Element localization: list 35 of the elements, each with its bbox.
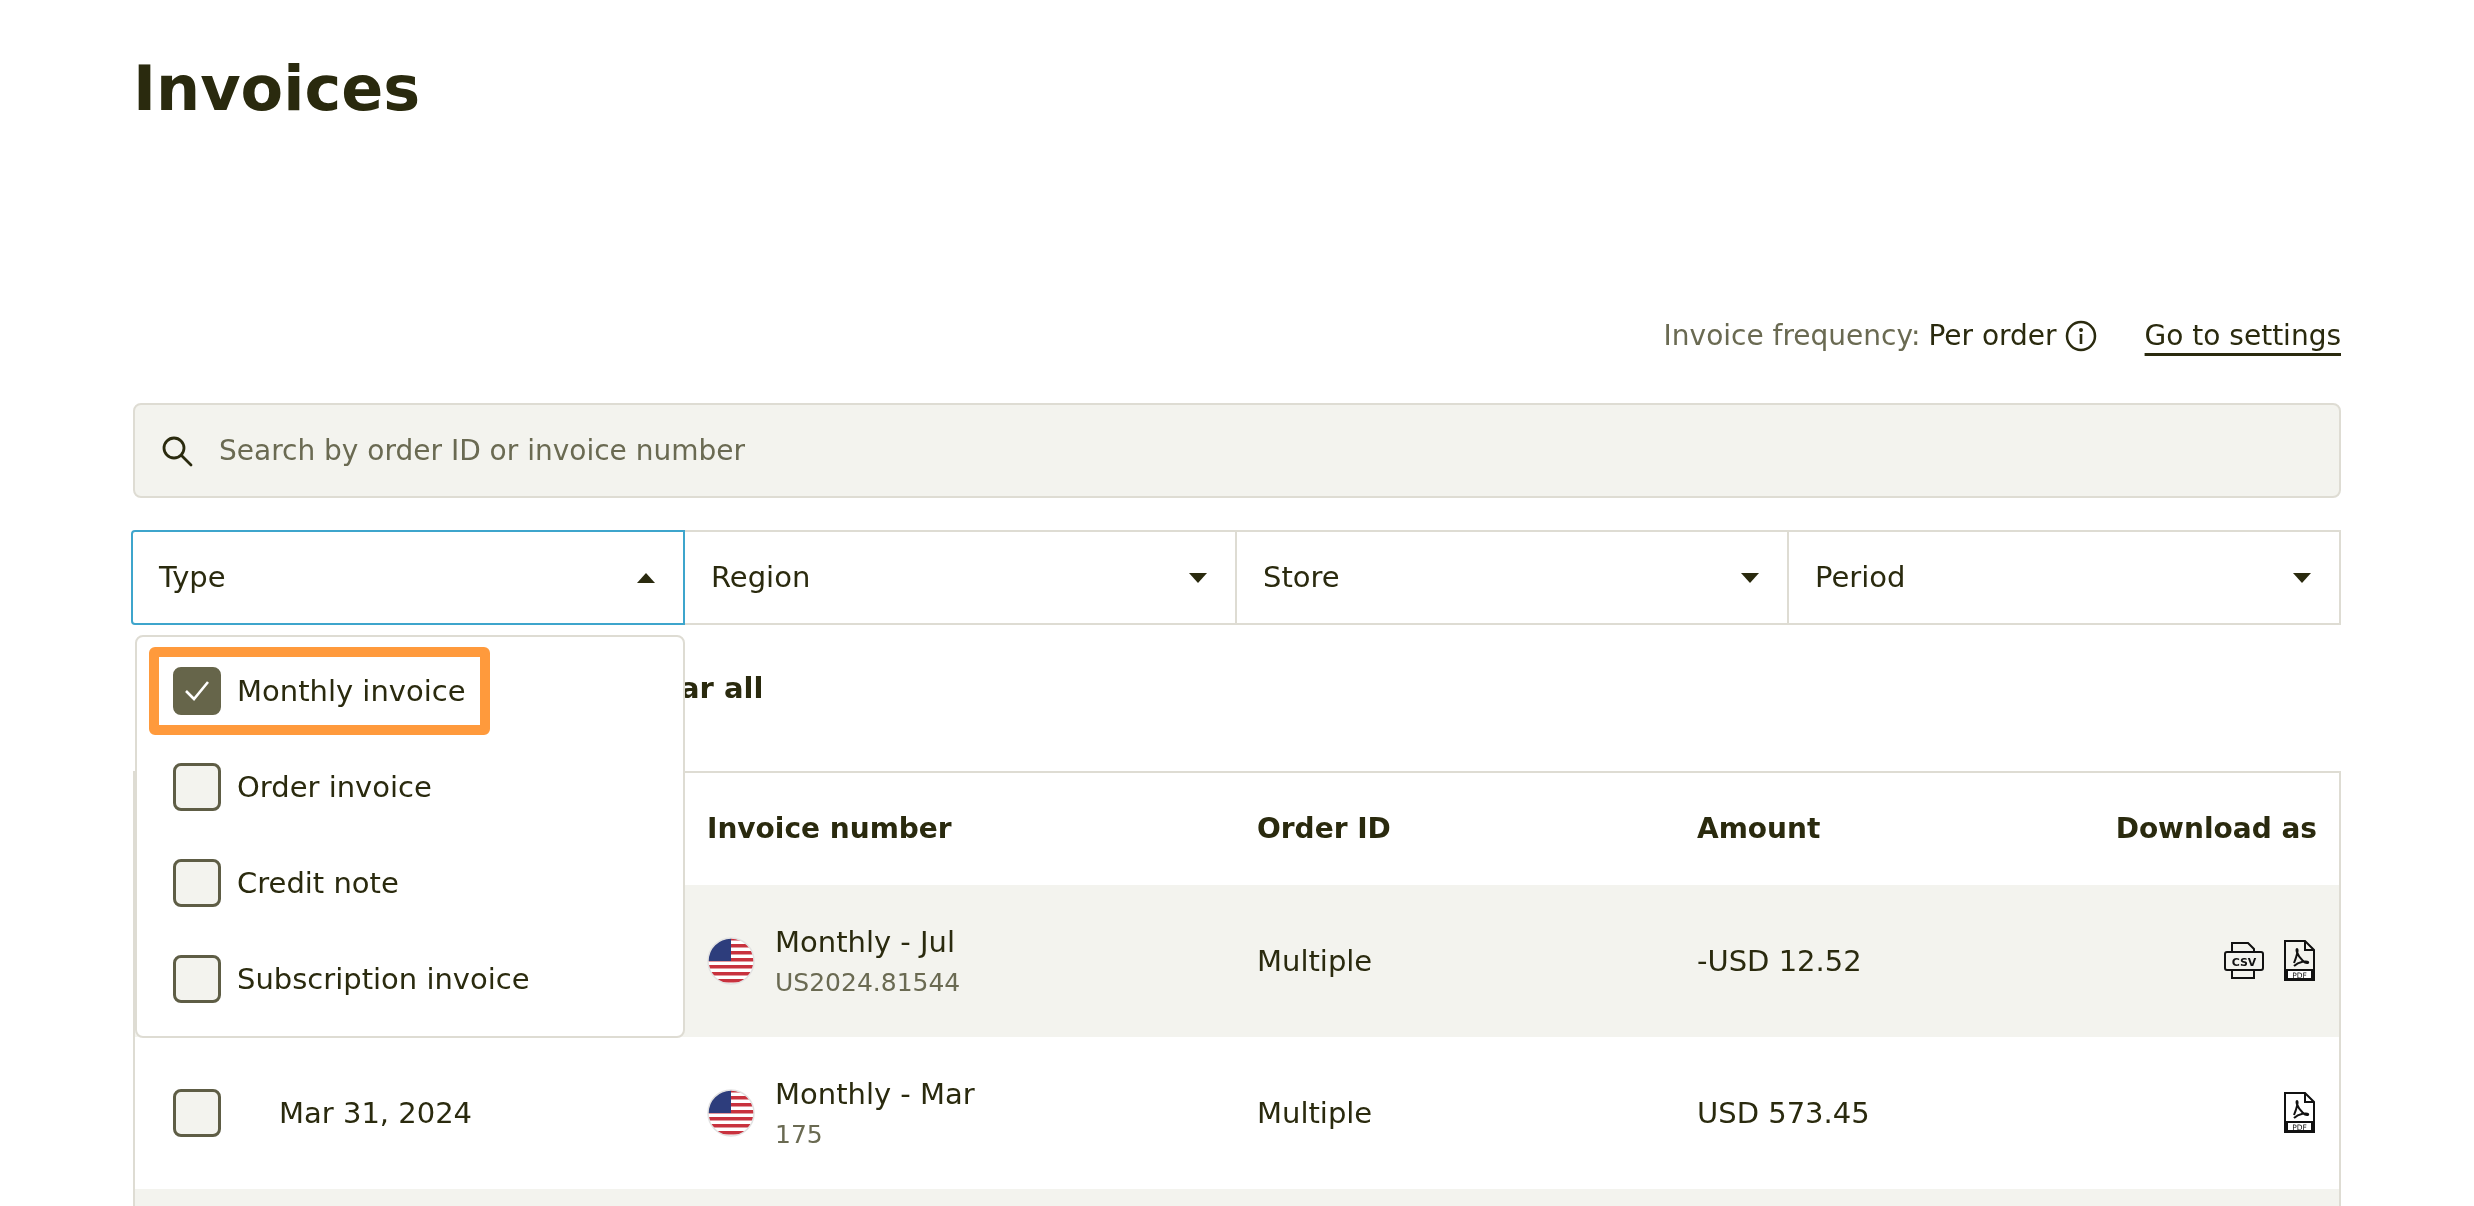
filter-dropdown[interactable]: Store [1235,530,1789,626]
search-input[interactable]: Search by order ID or invoice number [217,428,2313,473]
frequency-value: Per order [1928,317,2057,354]
column-header: Invoice number [707,812,952,846]
invoice-title: Monthly - Mar [775,1075,975,1113]
invoice-number: US2024.81544 [775,967,961,1000]
order-id-cell: Multiple [1257,943,1373,978]
search-field[interactable]: Search by order ID or invoice number [133,403,2341,499]
page-title: Invoices [133,52,422,127]
invoice-number: 175 [775,1119,824,1152]
filter-dropdown[interactable]: Region [683,530,1237,626]
info-icon[interactable] [2064,319,2097,352]
checkbox[interactable] [173,955,221,1004]
menu-option[interactable]: Subscription invoice [149,935,554,1024]
checkbox[interactable] [173,667,221,716]
column-header: Amount [1697,812,1821,846]
filter-dropdown[interactable]: Period [1787,530,2341,626]
row-checkbox[interactable] [173,1089,221,1138]
settings-link[interactable]: Go to settings [2144,314,2341,357]
order-id-cell: Multiple [1257,1095,1373,1130]
checkbox[interactable] [173,763,221,812]
invoice-title: Monthly - Jul [775,923,956,961]
menu-option[interactable]: Order invoice [149,743,456,832]
date-cell-text: Mar 31, 2024 [279,1094,473,1132]
menu-option[interactable]: Credit note [149,839,423,928]
checkbox[interactable] [173,859,221,908]
frequency-label: Invoice frequency: [1663,317,1921,354]
filter-dropdown[interactable]: Type [131,530,685,626]
flag-icon [707,1089,755,1138]
menu-option[interactable]: Monthly invoice [149,647,490,736]
column-header: Download as [2115,811,2317,848]
amount-cell: USD 573.45 [1697,1095,1870,1130]
amount-cell: -USD 12.52 [1697,943,1862,978]
search-icon [161,434,193,467]
column-header: Order ID [1257,812,1391,846]
